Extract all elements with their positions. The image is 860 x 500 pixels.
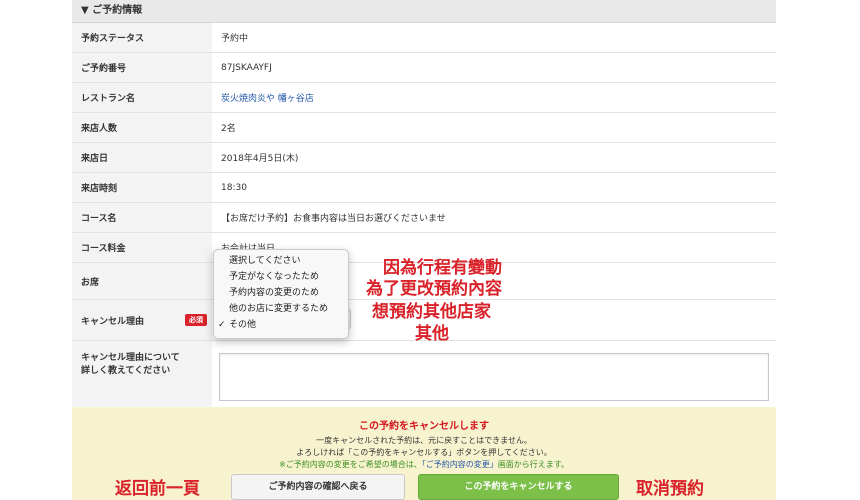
row-value: 87JSKAAYFJ: [212, 52, 776, 83]
note-suffix: 画面から行えます。: [497, 460, 569, 469]
row-label: お席: [72, 262, 212, 300]
row-value: 【お席だけ予約】お食事内容は当日お選びくださいませ: [212, 202, 776, 233]
annotation-reason-2: 為了更改預約內容: [366, 279, 502, 299]
table-row: 来店時刻 18:30: [72, 172, 776, 203]
row-label: 来店人数: [72, 112, 212, 143]
row-value: 予約中: [212, 23, 776, 53]
annotation-cancel: 取消預約: [636, 479, 704, 499]
back-to-confirm-button[interactable]: ご予約内容の確認へ戻る: [231, 474, 405, 500]
restaurant-link[interactable]: 炭火焼肉炎や 幡ヶ谷店: [221, 94, 314, 104]
dropdown-option-selected[interactable]: ✓ その他: [214, 317, 348, 333]
confirm-instruction: よろしければ「この予約をキャンセルする」ボタンを押してください。: [296, 448, 552, 457]
row-value: 2名: [212, 112, 776, 143]
row-label: 来店日: [72, 142, 212, 173]
row-label: ご予約番号: [72, 52, 212, 83]
check-icon: ✓: [218, 320, 226, 330]
dropdown-option-label: その他: [229, 320, 257, 330]
confirm-title: この予約をキャンセルします: [359, 421, 489, 432]
cancel-detail-textarea[interactable]: [219, 353, 769, 401]
section-title: ▼ ご予約情報: [81, 5, 143, 16]
dropdown-option[interactable]: 選択してください: [214, 253, 348, 269]
row-value: 2018年4月5日(木): [212, 142, 776, 173]
note-prefix: ※ご予約内容の変更をご希望の場合は、: [279, 460, 422, 469]
row-label: キャンセル理由: [81, 316, 145, 327]
row-label: キャンセル理由について 詳しく教えてください: [72, 340, 212, 409]
reservation-info-table: 予約ステータス 予約中 ご予約番号 87JSKAAYFJ レストラン名 炭火焼肉…: [72, 23, 776, 409]
table-row: 来店日 2018年4月5日(木): [72, 142, 776, 173]
row-value: 18:30: [212, 172, 776, 203]
cancel-reservation-button[interactable]: この予約をキャンセルする: [418, 474, 619, 500]
table-row: コース名 【お席だけ予約】お食事内容は当日お選びくださいませ: [72, 202, 776, 233]
row-label: レストラン名: [72, 82, 212, 113]
annotation-reason-4: 其他: [415, 324, 449, 344]
row-label: 予約ステータス: [72, 23, 212, 53]
row-label: コース料金: [72, 232, 212, 263]
change-reservation-link[interactable]: 「ご予約内容の変更」: [422, 460, 498, 469]
row-label: コース名: [72, 202, 212, 233]
confirm-notice: 一度キャンセルされた予約は、元に戻すことはできません。: [316, 436, 532, 445]
dropdown-option[interactable]: 予定がなくなったため: [214, 269, 348, 285]
required-badge: 必須: [185, 313, 207, 326]
section-header: ▼ ご予約情報: [72, 0, 776, 23]
table-row: レストラン名 炭火焼肉炎や 幡ヶ谷店: [72, 82, 776, 113]
table-row: ご予約番号 87JSKAAYFJ: [72, 52, 776, 83]
row-label: 来店時刻: [72, 172, 212, 203]
dropdown-option[interactable]: 他のお店に変更するため: [214, 301, 348, 317]
confirm-change-note: ※ご予約内容の変更をご希望の場合は、「ご予約内容の変更」画面から行えます。: [72, 459, 776, 470]
cancel-reason-dropdown-menu[interactable]: 選択してください 予定がなくなったため 予約内容の変更のため 他のお店に変更する…: [213, 249, 349, 339]
annotation-back: 返回前一頁: [115, 479, 200, 499]
table-row: 予約ステータス 予約中: [72, 23, 776, 53]
table-row: 来店人数 2名: [72, 112, 776, 143]
dropdown-option[interactable]: 予約内容の変更のため: [214, 285, 348, 301]
cancel-reason-label-cell: キャンセル理由 必須: [72, 299, 212, 341]
